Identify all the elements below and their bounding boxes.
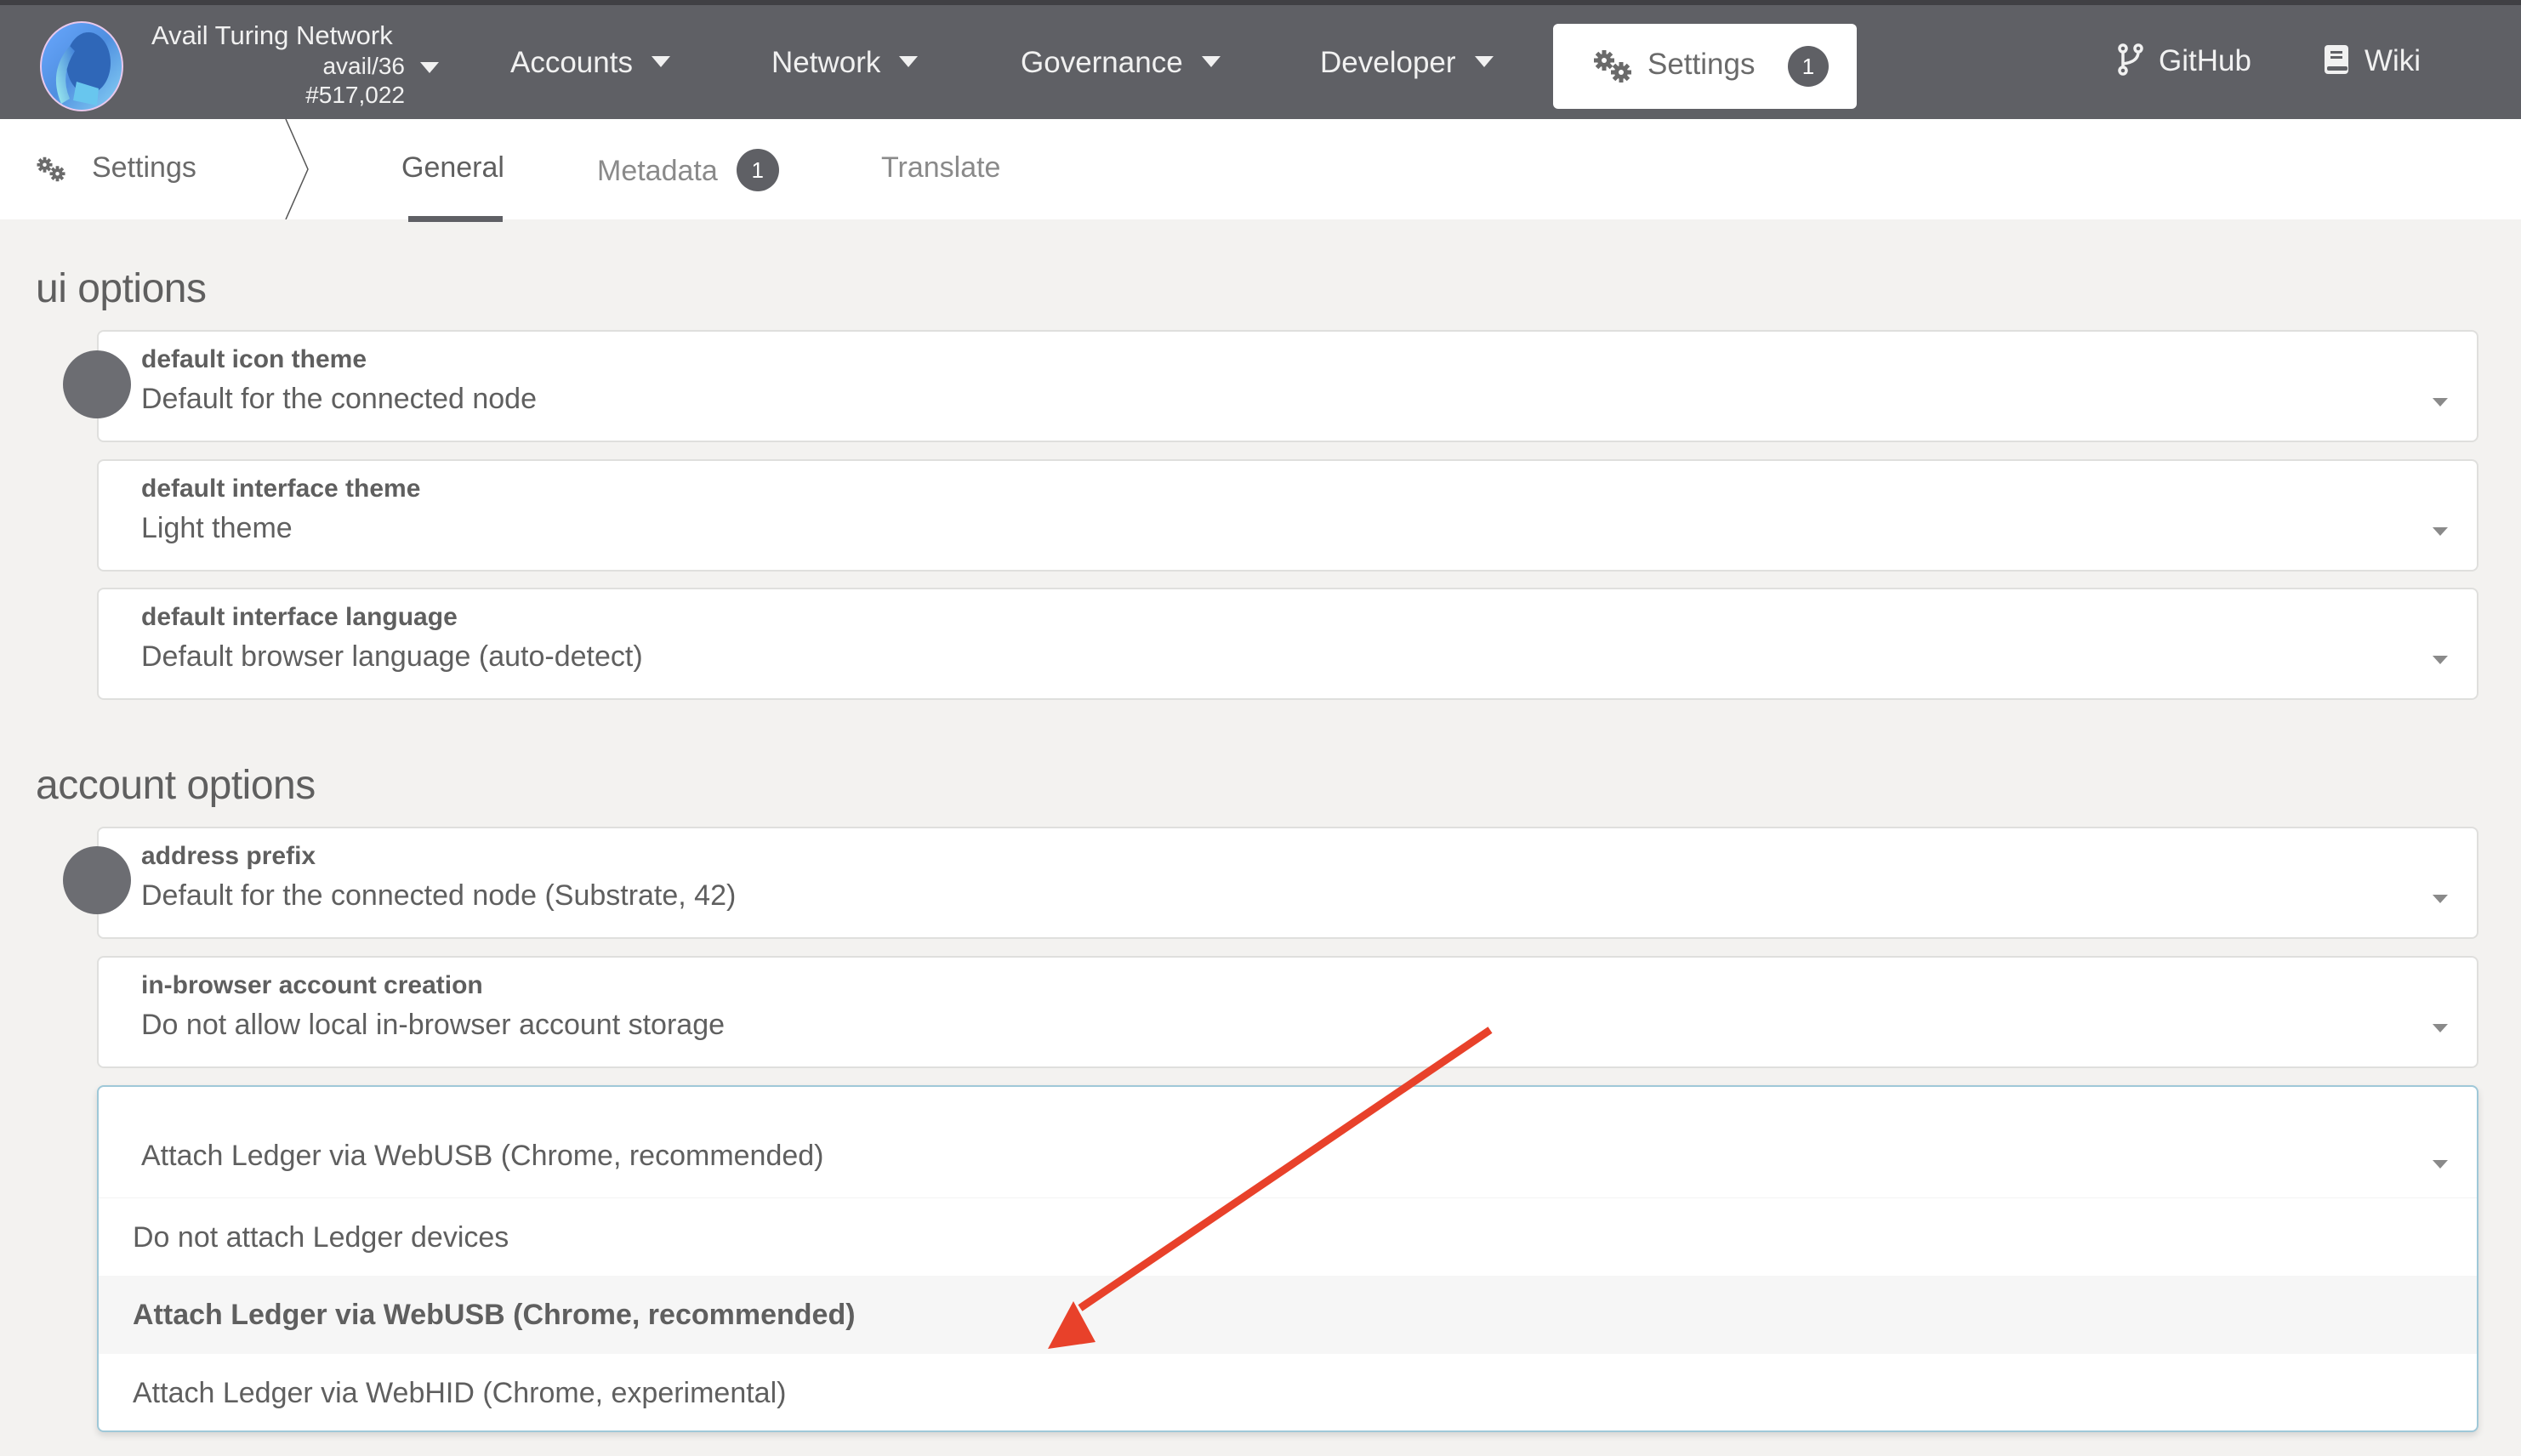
- chain-version[interactable]: avail/36: [150, 53, 405, 80]
- git-branch-icon: [2118, 43, 2143, 76]
- nav-network-label: Network: [771, 46, 881, 79]
- ledger-dropdown-open[interactable]: Attach Ledger via WebUSB (Chrome, recomm…: [97, 1085, 2478, 1432]
- avail-logo[interactable]: [36, 20, 128, 112]
- gears-icon: [1594, 50, 1631, 82]
- account-creation-dropdown[interactable]: in-browser account creation Do not allow…: [97, 956, 2478, 1068]
- dropdown-label: default interface theme: [141, 475, 421, 503]
- wiki-link-label: Wiki: [2365, 44, 2421, 77]
- dropdown-label: in-browser account creation: [141, 971, 483, 999]
- chevron-down-icon: [2433, 1024, 2448, 1032]
- section-title-ui-options: ui options: [36, 266, 207, 311]
- dropdown-value: Do not allow local in-browser account st…: [141, 1009, 726, 1041]
- wiki-link[interactable]: Wiki: [2324, 44, 2421, 78]
- nav-developer[interactable]: Developer: [1320, 46, 1494, 80]
- chain-name: Avail Turing Network: [151, 20, 393, 50]
- book-icon: [2325, 44, 2348, 74]
- nav-settings-label: Settings: [1647, 48, 1756, 81]
- settings-subnav: Settings General Metadata 1 Translate: [0, 119, 2521, 219]
- chevron-down-icon: [2433, 895, 2448, 903]
- chevron-down-icon: [2433, 656, 2448, 664]
- chevron-down-icon: [1474, 56, 1494, 68]
- active-tab-indicator: [408, 216, 503, 222]
- icon-theme-dropdown[interactable]: default icon theme Default for the conne…: [97, 330, 2478, 442]
- address-prefix-dropdown[interactable]: address prefix Default for the connected…: [97, 827, 2478, 939]
- section-title-account-options: account options: [36, 763, 316, 808]
- nav-developer-label: Developer: [1320, 46, 1456, 79]
- github-link[interactable]: GitHub: [2118, 43, 2251, 79]
- metadata-badge: 1: [736, 149, 779, 191]
- dropdown-label: default interface language: [141, 603, 458, 631]
- nav-accounts[interactable]: Accounts: [510, 46, 670, 80]
- dropdown-label: address prefix: [141, 842, 316, 870]
- chevron-down-icon: [2433, 398, 2448, 407]
- nav-settings[interactable]: Settings 1: [1553, 24, 1857, 109]
- chain-selector-caret-icon[interactable]: [420, 62, 439, 73]
- nav-accounts-label: Accounts: [510, 46, 633, 79]
- dropdown-value: Default browser language (auto-detect): [141, 640, 643, 673]
- dropdown-value: Light theme: [141, 512, 293, 544]
- interface-language-dropdown[interactable]: default interface language Default brows…: [97, 588, 2478, 700]
- chevron-down-icon: [2433, 527, 2448, 536]
- chevron-down-icon: [2433, 1160, 2448, 1169]
- dropdown-label: default icon theme: [141, 345, 367, 373]
- tab-metadata[interactable]: Metadata 1: [597, 149, 779, 194]
- subnav-title: Settings: [92, 151, 196, 184]
- dropdown-value[interactable]: Attach Ledger via WebUSB (Chrome, recomm…: [141, 1140, 824, 1173]
- interface-theme-dropdown[interactable]: default interface theme Light theme: [97, 459, 2478, 572]
- tab-metadata-label: Metadata: [597, 154, 718, 187]
- chevron-down-icon: [1201, 56, 1221, 68]
- chevron-down-icon: [899, 56, 919, 68]
- ledger-option-none[interactable]: Do not attach Ledger devices: [99, 1197, 2477, 1276]
- nav-network[interactable]: Network: [771, 46, 919, 80]
- nav-governance[interactable]: Governance: [1021, 46, 1221, 80]
- identicon-placeholder-icon: [63, 846, 131, 914]
- identicon-placeholder-icon: [63, 350, 131, 418]
- ledger-option-webhid[interactable]: Attach Ledger via WebHID (Chrome, experi…: [99, 1354, 2477, 1432]
- nav-governance-label: Governance: [1021, 46, 1183, 79]
- breadcrumb-separator: [285, 119, 309, 219]
- tab-translate[interactable]: Translate: [881, 151, 1000, 185]
- settings-notification-badge: 1: [1788, 46, 1829, 87]
- top-navigation-bar: Avail Turing Network avail/36 #517,022 A…: [0, 0, 2521, 119]
- dropdown-value: Default for the connected node: [141, 383, 537, 415]
- ledger-option-webusb[interactable]: Attach Ledger via WebUSB (Chrome, recomm…: [99, 1276, 2477, 1354]
- gears-icon: [37, 156, 65, 182]
- github-link-label: GitHub: [2159, 44, 2251, 77]
- dropdown-value: Default for the connected node (Substrat…: [141, 879, 737, 912]
- block-number: #517,022: [305, 82, 405, 108]
- chevron-down-icon: [651, 56, 670, 68]
- tab-general[interactable]: General: [401, 151, 504, 185]
- ledger-options-menu: Do not attach Ledger devices Attach Ledg…: [99, 1197, 2477, 1432]
